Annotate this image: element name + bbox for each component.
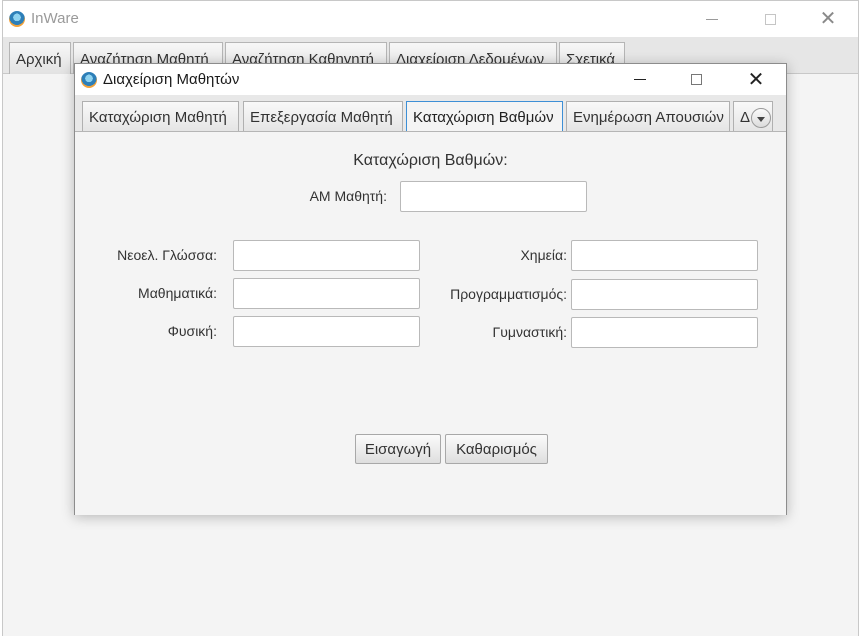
main-close-button[interactable]: ✕ bbox=[805, 1, 851, 37]
programming-label: Προγραμματισμός: bbox=[450, 286, 567, 302]
tab-register-student[interactable]: Καταχώριση Μαθητή bbox=[82, 101, 239, 131]
close-icon: ✕ bbox=[747, 68, 765, 91]
tab-register-grades[interactable]: Καταχώριση Βαθμών bbox=[406, 101, 563, 131]
dialog-title: Διαχείριση Μαθητών bbox=[103, 71, 240, 88]
tab-overflow-button[interactable] bbox=[751, 108, 771, 128]
student-id-input[interactable] bbox=[400, 181, 587, 212]
maximize-icon bbox=[764, 13, 776, 25]
student-id-label: ΑΜ Μαθητή: bbox=[309, 188, 387, 204]
dialog-maximize-button[interactable] bbox=[673, 64, 719, 95]
programming-input[interactable] bbox=[571, 279, 758, 310]
form-heading: Καταχώριση Βαθμών: bbox=[353, 152, 508, 169]
physics-input[interactable] bbox=[233, 316, 420, 347]
chevron-down-icon bbox=[757, 116, 765, 122]
submit-button[interactable]: Εισαγωγή bbox=[355, 434, 441, 464]
mathematics-input[interactable] bbox=[233, 278, 420, 309]
chemistry-label: Χημεία: bbox=[520, 247, 567, 263]
main-window-title: InWare bbox=[31, 10, 79, 27]
maximize-icon bbox=[690, 74, 702, 85]
clear-button[interactable]: Καθαρισμός bbox=[445, 434, 548, 464]
app-logo-icon bbox=[9, 11, 25, 27]
main-maximize-button[interactable] bbox=[747, 1, 793, 37]
main-titlebar[interactable]: InWare ✕ bbox=[3, 1, 858, 37]
gymnastics-label: Γυμναστική: bbox=[492, 324, 567, 340]
dialog-tabbar: Καταχώριση Μαθητή Επεξεργασία Μαθητή Κατ… bbox=[75, 95, 786, 132]
tab-home[interactable]: Αρχική bbox=[9, 42, 71, 74]
chemistry-input[interactable] bbox=[571, 240, 758, 271]
main-minimize-button[interactable] bbox=[689, 1, 735, 37]
minimize-icon bbox=[706, 18, 718, 20]
gymnastics-input[interactable] bbox=[571, 317, 758, 348]
grades-form: Καταχώριση Βαθμών: ΑΜ Μαθητή: Νεοελ. Γλώ… bbox=[75, 132, 786, 515]
physics-label: Φυσική: bbox=[167, 323, 217, 339]
tab-edit-student[interactable]: Επεξεργασία Μαθητή bbox=[243, 101, 403, 131]
mathematics-label: Μαθηματικά: bbox=[138, 285, 217, 301]
student-management-dialog: Διαχείριση Μαθητών ✕ Καταχώριση Μαθητή Ε… bbox=[74, 63, 787, 515]
greek-language-input[interactable] bbox=[233, 240, 420, 271]
dialog-minimize-button[interactable] bbox=[617, 64, 663, 95]
greek-language-label: Νεοελ. Γλώσσα: bbox=[117, 247, 217, 263]
app-logo-icon bbox=[81, 72, 97, 88]
dialog-close-button[interactable]: ✕ bbox=[733, 64, 779, 95]
minimize-icon bbox=[634, 79, 646, 80]
dialog-titlebar[interactable]: Διαχείριση Μαθητών ✕ bbox=[75, 64, 786, 95]
tab-update-absences[interactable]: Ενημέρωση Απουσιών bbox=[566, 101, 730, 131]
close-icon: ✕ bbox=[819, 8, 837, 30]
